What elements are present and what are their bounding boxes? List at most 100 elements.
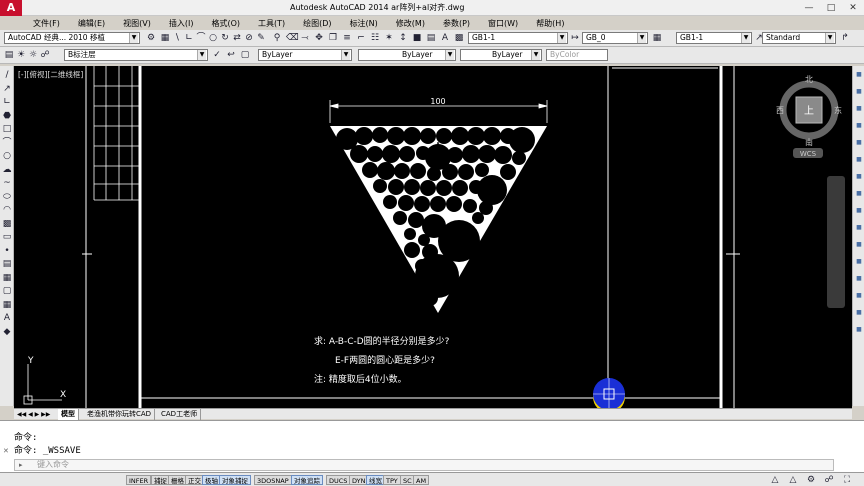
tab-layout-1[interactable]: 老渔机带你玩转CAD [84, 409, 156, 420]
circle-icon[interactable]: ○ [2, 151, 12, 161]
chevron-down-icon[interactable]: ▼ [197, 50, 206, 60]
status-toggle-5[interactable]: 对象捕捉 [219, 475, 251, 485]
chevron-down-icon[interactable]: ▼ [129, 33, 138, 43]
menu-item-11[interactable]: 帮助(H) [525, 16, 571, 30]
linetype-select[interactable]: ByLayer ▼ [358, 49, 456, 61]
ray-icon[interactable]: ↗ [2, 84, 12, 94]
chamfer-icon[interactable]: ■ [854, 291, 864, 301]
chevron-down-icon[interactable]: ▼ [531, 50, 540, 60]
polyline-icon[interactable]: ∟ [184, 33, 194, 43]
layer-state-icon[interactable]: ▢ [240, 50, 250, 60]
join-icon[interactable]: ■ [854, 274, 864, 284]
explode-icon[interactable]: ✶ [384, 33, 394, 43]
chevron-down-icon[interactable]: ▼ [445, 50, 454, 60]
close-icon[interactable]: ✕ [842, 0, 864, 16]
status-toggle-8[interactable]: DUCS [326, 475, 351, 485]
menu-item-9[interactable]: 参数(P) [432, 16, 477, 30]
move-icon[interactable]: ✥ [314, 33, 324, 43]
drawing-canvas[interactable]: 100 B A C E F D 求: A-B-C-D圆的半径分别是多少? E-F… [14, 66, 852, 408]
copy-icon[interactable]: ■ [854, 87, 864, 97]
table-style-icon[interactable]: ▦ [652, 33, 662, 43]
sun-icon[interactable]: ☼ [28, 50, 38, 60]
text-style-select[interactable]: GB1-1 ▼ [468, 32, 568, 44]
make-current-icon[interactable]: ✓ [212, 50, 222, 60]
stretch-icon[interactable]: ■ [854, 206, 864, 216]
pencil-icon[interactable]: ✎ [256, 33, 266, 43]
status-toggle-11[interactable]: TPY [383, 475, 401, 485]
circle-icon[interactable]: ○ [208, 33, 218, 43]
line-icon[interactable]: / [2, 70, 12, 80]
hatch-icon[interactable]: ▤ [426, 33, 436, 43]
lineweight-select[interactable]: ByLayer ▼ [460, 49, 542, 61]
text-icon[interactable]: A [440, 33, 450, 43]
polygon-icon[interactable]: ⬣ [2, 111, 12, 121]
minimize-icon[interactable]: — [798, 0, 820, 16]
tab-layout-2[interactable]: CAD工老师 [158, 409, 202, 420]
array-icon[interactable]: ■ [854, 138, 864, 148]
offset-icon[interactable]: ≡ [342, 33, 352, 43]
fullscreen-icon[interactable]: ⛶ [842, 475, 852, 485]
workspace-select[interactable]: AutoCAD 经典... 2010 移植 ▼ [4, 32, 140, 44]
grid-icon[interactable]: ▦ [160, 33, 170, 43]
offset-icon[interactable]: ■ [854, 121, 864, 131]
mirror-icon[interactable]: ■ [854, 104, 864, 114]
copy-icon[interactable]: ❐ [328, 33, 338, 43]
table-icon[interactable]: ▩ [454, 33, 464, 43]
status-toggle-7[interactable]: 对象追踪 [291, 475, 323, 485]
erase-icon[interactable]: ■ [854, 70, 864, 80]
chevron-down-icon[interactable]: ▼ [557, 33, 566, 43]
menu-item-1[interactable]: 编辑(E) [67, 16, 112, 30]
spline-icon[interactable]: ~ [2, 178, 12, 188]
leader-icon[interactable]: ↱ [840, 33, 850, 43]
zoom-icon[interactable]: ⚲ [272, 33, 282, 43]
trim-icon[interactable]: ■ [854, 223, 864, 233]
region-icon[interactable]: ▢ [2, 286, 12, 296]
extend-icon[interactable]: ■ [854, 240, 864, 250]
move-icon[interactable]: ■ [854, 155, 864, 165]
dim-style-select[interactable]: GB_0 ▼ [582, 32, 648, 44]
fillet-icon[interactable]: ⌐ [356, 33, 366, 43]
block-icon[interactable]: ■ [412, 33, 422, 43]
lock-icon[interactable]: ☍ [40, 50, 50, 60]
array-icon[interactable]: ☷ [370, 33, 380, 43]
layer-select[interactable]: B标注层 ▼ [64, 49, 208, 61]
maximize-icon[interactable]: □ [820, 0, 842, 16]
break-icon[interactable]: ■ [854, 257, 864, 267]
dim-style-icon[interactable]: ↦ [570, 33, 580, 43]
menu-item-10[interactable]: 窗口(W) [477, 16, 525, 30]
status-toggle-13[interactable]: AM [413, 475, 430, 485]
rotate-icon[interactable]: ↻ [220, 33, 230, 43]
table-icon[interactable]: ▦ [2, 300, 12, 310]
chevron-down-icon[interactable]: ▼ [341, 50, 350, 60]
rectangle-icon[interactable]: □ [2, 124, 12, 134]
menu-item-6[interactable]: 绘图(D) [292, 16, 338, 30]
model-space-icon[interactable]: △ [770, 475, 780, 485]
close-command-icon[interactable]: ✕ [3, 447, 9, 455]
chevron-down-icon[interactable]: ▼ [825, 33, 834, 43]
command-input[interactable]: 键入命令 [14, 459, 834, 471]
lightbulb-icon[interactable]: ☀ [16, 50, 26, 60]
status-toggle-0[interactable]: INFER [126, 475, 152, 485]
autocad-logo-icon[interactable]: A [0, 0, 22, 16]
menu-item-8[interactable]: 修改(M) [385, 16, 432, 30]
tab-model[interactable]: 模型 [58, 409, 79, 420]
menu-item-5[interactable]: 工具(T) [247, 16, 292, 30]
plotstyle-select[interactable]: ByColor [546, 49, 608, 61]
add-selected-icon[interactable]: ◆ [2, 327, 12, 337]
polyline-icon[interactable]: ∟ [2, 97, 12, 107]
chevron-down-icon[interactable]: ▼ [637, 33, 646, 43]
line-icon[interactable]: ∖ [172, 33, 182, 43]
layer-previous-icon[interactable]: ↩ [226, 50, 236, 60]
measure-icon[interactable]: ↕ [398, 33, 408, 43]
trim-icon[interactable]: ⤙ [300, 33, 310, 43]
menu-item-7[interactable]: 标注(N) [339, 16, 385, 30]
insert-block-icon[interactable]: ▩ [2, 219, 12, 229]
gradient-icon[interactable]: ▦ [2, 273, 12, 283]
tab-nav-arrows[interactable]: ◀◀ ◀ ▶ ▶▶ [14, 409, 58, 420]
erase-icon[interactable]: ⌫ [286, 33, 299, 43]
rotate-icon[interactable]: ■ [854, 172, 864, 182]
workspace-switch-icon[interactable]: ⚙ [806, 475, 816, 485]
revcloud-icon[interactable]: ☁ [2, 165, 12, 175]
point-icon[interactable]: • [2, 246, 12, 256]
arc-icon[interactable]: ⌒ [196, 33, 206, 43]
